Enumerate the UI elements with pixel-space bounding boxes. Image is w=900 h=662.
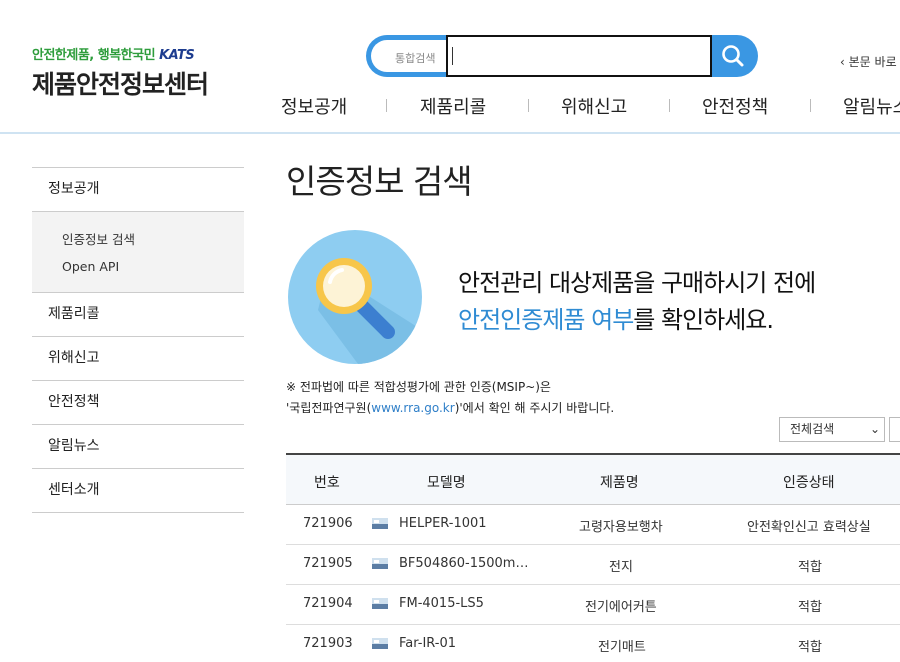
gnb-divider <box>386 99 387 112</box>
text-caret <box>452 47 453 65</box>
gnb-item-report[interactable]: 위해신고 <box>561 93 627 119</box>
filter-value: 전체검색 <box>790 422 835 436</box>
skip-to-content-link[interactable]: ‹ 본문 바로 <box>840 53 897 70</box>
chevron-left-icon: ‹ <box>840 55 845 69</box>
cell-product: 전기매트 <box>598 640 646 655</box>
cell-status: 적합 <box>798 600 822 615</box>
rra-link[interactable]: www.rra.go.kr <box>371 401 454 415</box>
table-row[interactable]: 721904 FM-4015-LS5 전기에어커튼 적합 <box>286 585 900 625</box>
table-row[interactable]: 721903 Far-IR-01 전기매트 적합 <box>286 625 900 662</box>
search-scope-text: 통합검색 <box>395 52 436 65</box>
gnb-item-policy[interactable]: 안전정책 <box>702 93 768 119</box>
hero-line-1: 안전관리 대상제품을 구매하시기 전에 <box>458 269 816 297</box>
sidebar-item-info[interactable]: 정보공개 <box>32 168 244 212</box>
col-header-product: 제품명 <box>600 475 639 491</box>
cell-product: 전지 <box>609 560 633 575</box>
cell-model[interactable]: BF504860-1500m… <box>399 556 528 571</box>
gnb-divider <box>810 99 811 112</box>
gnb-divider <box>528 99 529 112</box>
notice-prefix: '국립전파연구원( <box>286 401 372 415</box>
hero-line-2: 안전인증제품 여부를 확인하세요. <box>458 300 774 335</box>
gnb-item-recall[interactable]: 제품리콜 <box>420 93 486 119</box>
search-input[interactable] <box>446 35 712 77</box>
kats-logo-text: KATS <box>159 48 195 63</box>
table-header: 번호 모델명 제품명 인증상태 <box>286 453 900 505</box>
sidebar-item-policy[interactable]: 안전정책 <box>32 381 244 425</box>
sidebar-item-report[interactable]: 위해신고 <box>32 337 244 381</box>
cell-no: 721906 <box>303 516 353 531</box>
sidebar-submenu: 인증정보 검색 Open API <box>32 212 244 293</box>
slogan-text: 안전한제품, 행복한국민 <box>32 48 156 63</box>
skip-link-label: 본문 바로 <box>848 55 897 69</box>
search-filter-select[interactable]: 전체검색 ⌄ <box>779 417 885 442</box>
logo-slogan: 안전한제품, 행복한국민 KATS <box>32 44 208 63</box>
product-image-icon <box>372 598 388 609</box>
cell-no: 721904 <box>303 596 353 611</box>
sidebar: 정보공개 인증정보 검색 Open API 제품리콜 위해신고 안전정책 알림뉴… <box>32 167 244 513</box>
magnifier-illustration <box>288 230 422 364</box>
notice-suffix: )'에서 확인 해 주시기 바랍니다. <box>454 401 615 415</box>
cell-status: 안전확인신고 효력상실 <box>747 520 871 535</box>
product-image-icon <box>372 518 388 529</box>
notice-line-2: '국립전파연구원(www.rra.go.kr)'에서 확인 해 주시기 바랍니다… <box>286 399 614 416</box>
sidebar-item-about[interactable]: 센터소개 <box>32 469 244 513</box>
cell-model[interactable]: FM-4015-LS5 <box>399 596 484 611</box>
search-button[interactable] <box>713 37 753 75</box>
product-image-icon <box>372 638 388 649</box>
col-header-model: 모델명 <box>427 475 466 491</box>
sidebar-subitem-open-api[interactable]: Open API <box>62 253 244 280</box>
cell-product: 전기에어커튼 <box>585 600 657 615</box>
table-row[interactable]: 721905 BF504860-1500m… 전지 적합 <box>286 545 900 585</box>
notice-line-1: ※ 전파법에 따른 적합성평가에 관한 인증(MSIP~)은 <box>286 380 551 394</box>
hero-line-2-rest: 를 확인하세요. <box>633 306 774 334</box>
gnb-item-info[interactable]: 정보공개 <box>281 93 347 119</box>
col-header-status: 인증상태 <box>783 475 835 491</box>
cell-no: 721905 <box>303 556 353 571</box>
hero-highlight: 안전인증제품 여부 <box>458 306 634 334</box>
cell-no: 721903 <box>303 636 353 651</box>
cell-product: 고령자용보행차 <box>579 520 663 535</box>
gnb-divider <box>669 99 670 112</box>
magnifying-glass-icon <box>316 258 422 364</box>
cell-status: 적합 <box>798 640 822 655</box>
sidebar-subitem-cert-search[interactable]: 인증정보 검색 <box>62 226 244 253</box>
gnb-item-news[interactable]: 알림뉴스 <box>843 93 900 119</box>
site-title: 제품안전정보센터 <box>32 70 209 99</box>
search-icon <box>722 45 744 67</box>
filter-next-control[interactable] <box>889 417 900 442</box>
col-header-no: 번호 <box>314 475 340 491</box>
sidebar-item-news[interactable]: 알림뉴스 <box>32 425 244 469</box>
cell-model[interactable]: Far-IR-01 <box>399 636 456 651</box>
site-header: 안전한제품, 행복한국민 KATS 제품안전정보센터 통합검색 ‹ 본문 바로 정… <box>0 0 900 134</box>
cert-results-table: 번호 모델명 제품명 인증상태 721906 HELPER-1001 고령자용보… <box>286 453 900 662</box>
product-image-icon <box>372 558 388 569</box>
search-scope-label: 통합검색 <box>371 40 451 72</box>
site-logo[interactable]: 안전한제품, 행복한국민 KATS 제품안전정보센터 <box>32 44 209 101</box>
page-title: 인증정보 검색 <box>286 162 473 201</box>
sidebar-item-recall[interactable]: 제품리콜 <box>32 293 244 337</box>
cell-model[interactable]: HELPER-1001 <box>399 516 487 531</box>
chevron-down-icon: ⌄ <box>869 422 880 436</box>
table-row[interactable]: 721906 HELPER-1001 고령자용보행차 안전확인신고 효력상실 <box>286 505 900 545</box>
cell-status: 적합 <box>798 560 822 575</box>
